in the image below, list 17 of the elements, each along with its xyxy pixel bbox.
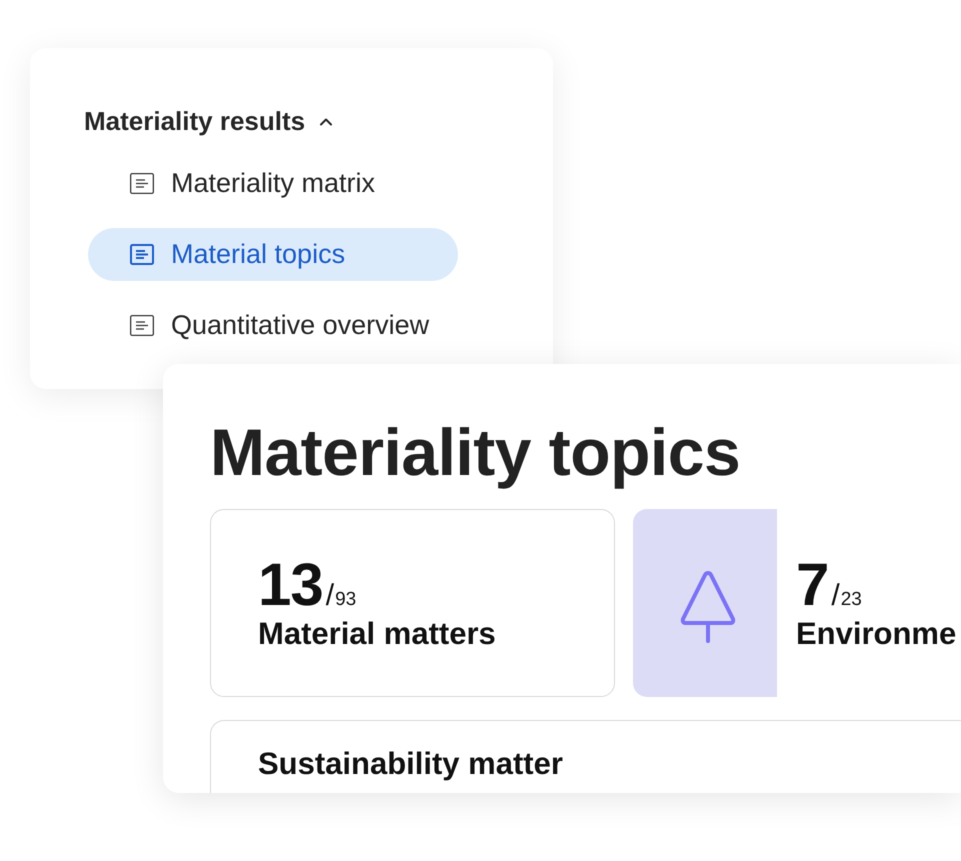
tree-icon bbox=[633, 509, 777, 697]
document-icon bbox=[130, 244, 154, 265]
stat-total: 23 bbox=[840, 590, 862, 610]
column-header: Sustainability matter bbox=[258, 745, 563, 782]
stat-value: 7 bbox=[796, 555, 828, 615]
stat-slash: / bbox=[326, 581, 334, 611]
document-icon bbox=[130, 315, 154, 336]
nav-item[interactable]: Material topics bbox=[88, 228, 458, 281]
nav-item[interactable]: Materiality matrix bbox=[88, 157, 458, 210]
stat-value: 13 bbox=[258, 555, 323, 615]
stat-label: Material matters bbox=[258, 617, 497, 651]
section-header[interactable]: Materiality results bbox=[84, 105, 334, 137]
stat-total: 93 bbox=[335, 590, 356, 610]
nav-item[interactable]: Quantitative overview bbox=[88, 299, 458, 352]
stat-label: Environme bbox=[796, 617, 956, 651]
stat-slash: / bbox=[831, 581, 840, 611]
document-icon bbox=[130, 173, 154, 194]
